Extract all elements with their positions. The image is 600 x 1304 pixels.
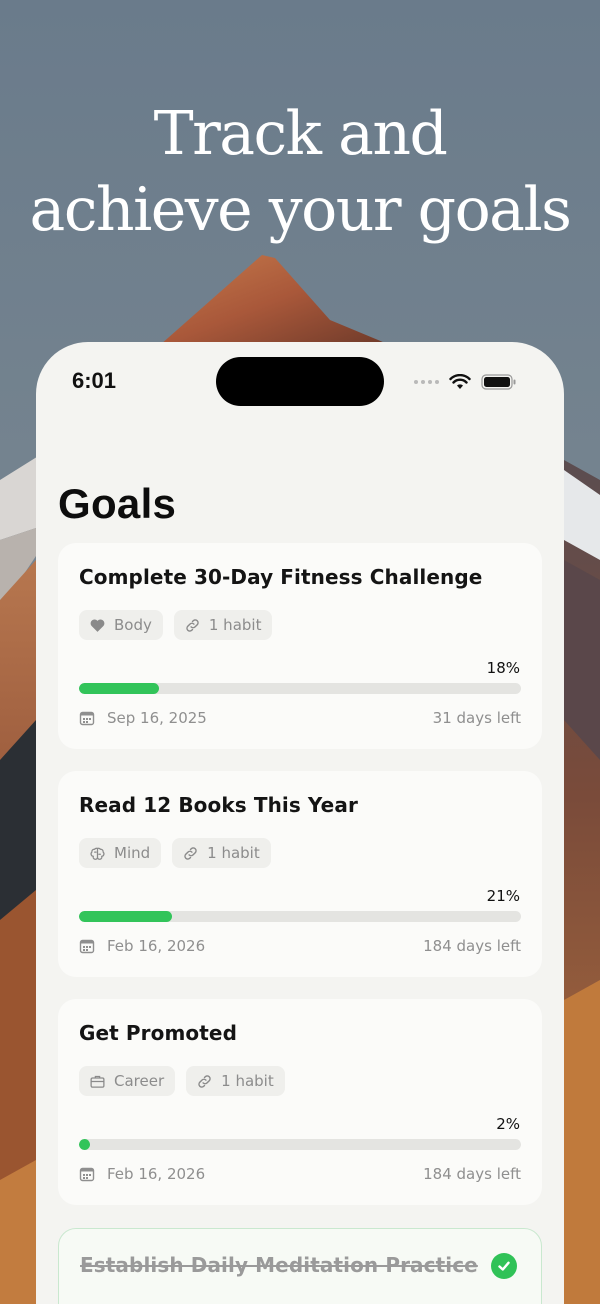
category-label: Body <box>114 616 152 634</box>
heart-icon <box>90 618 105 632</box>
progress-fill <box>79 1139 91 1150</box>
goal-card[interactable]: Get Promoted Career 1 habit 2% Feb 16, 2… <box>58 999 542 1205</box>
link-icon <box>186 618 199 632</box>
link-icon <box>184 846 197 860</box>
status-icons <box>414 372 517 392</box>
habit-count: 1 habit <box>208 616 262 634</box>
cellular-signal-icon <box>414 380 439 384</box>
goal-title: Complete 30-Day Fitness Challenge <box>79 565 483 589</box>
progress-bar <box>79 1139 521 1150</box>
goal-card[interactable]: Read 12 Books This Year Mind 1 habit 21%… <box>58 771 542 977</box>
habit-tag: 1 habit <box>186 1066 285 1096</box>
category-tag: Career <box>79 1066 176 1096</box>
category-label: Mind <box>114 844 151 862</box>
progress-bar <box>79 683 521 694</box>
hero-headline: Track and achieve your goals <box>0 96 600 248</box>
progress-percent: 18% <box>486 659 520 677</box>
page-title: Goals <box>58 480 177 527</box>
habit-tag: 1 habit <box>173 610 273 640</box>
calendar-icon <box>79 711 95 726</box>
target-date: Feb 16, 2026 <box>107 937 206 955</box>
target-date: Sep 16, 2025 <box>107 709 207 727</box>
battery-icon <box>481 374 516 390</box>
habit-tag: 1 habit <box>172 838 271 868</box>
briefcase-icon <box>90 1075 105 1088</box>
calendar-icon <box>79 939 95 954</box>
status-time: 6:01 <box>72 368 117 393</box>
wifi-icon <box>449 374 471 389</box>
days-left: 31 days left <box>432 709 521 727</box>
habit-count: 1 habit <box>221 1072 274 1090</box>
progress-percent: 21% <box>486 887 520 905</box>
goal-card-completed[interactable]: Establish Daily Meditation Practice <box>58 1228 542 1304</box>
goal-title: Read 12 Books This Year <box>79 793 358 817</box>
progress-fill <box>79 911 172 922</box>
category-tag: Body <box>79 610 163 640</box>
calendar-icon <box>79 1167 95 1182</box>
days-left: 184 days left <box>423 937 521 955</box>
progress-bar <box>79 911 521 922</box>
link-icon <box>198 1074 211 1088</box>
progress-percent: 2% <box>496 1115 520 1133</box>
goal-card[interactable]: Complete 30-Day Fitness Challenge Body 1… <box>58 543 542 749</box>
brain-icon <box>90 847 105 860</box>
dynamic-island <box>216 357 384 406</box>
category-tag: Mind <box>79 838 162 868</box>
target-date: Feb 16, 2026 <box>107 1165 206 1183</box>
goal-title: Get Promoted <box>79 1021 237 1045</box>
category-label: Career <box>114 1072 165 1090</box>
hero-line-2: achieve your goals <box>29 175 572 245</box>
hero-line-1: Track and <box>153 99 448 169</box>
habit-count: 1 habit <box>207 844 260 862</box>
goal-title: Establish Daily Meditation Practice <box>80 1253 478 1277</box>
days-left: 184 days left <box>423 1165 521 1183</box>
checkmark-icon <box>491 1253 517 1279</box>
progress-fill <box>79 683 159 694</box>
